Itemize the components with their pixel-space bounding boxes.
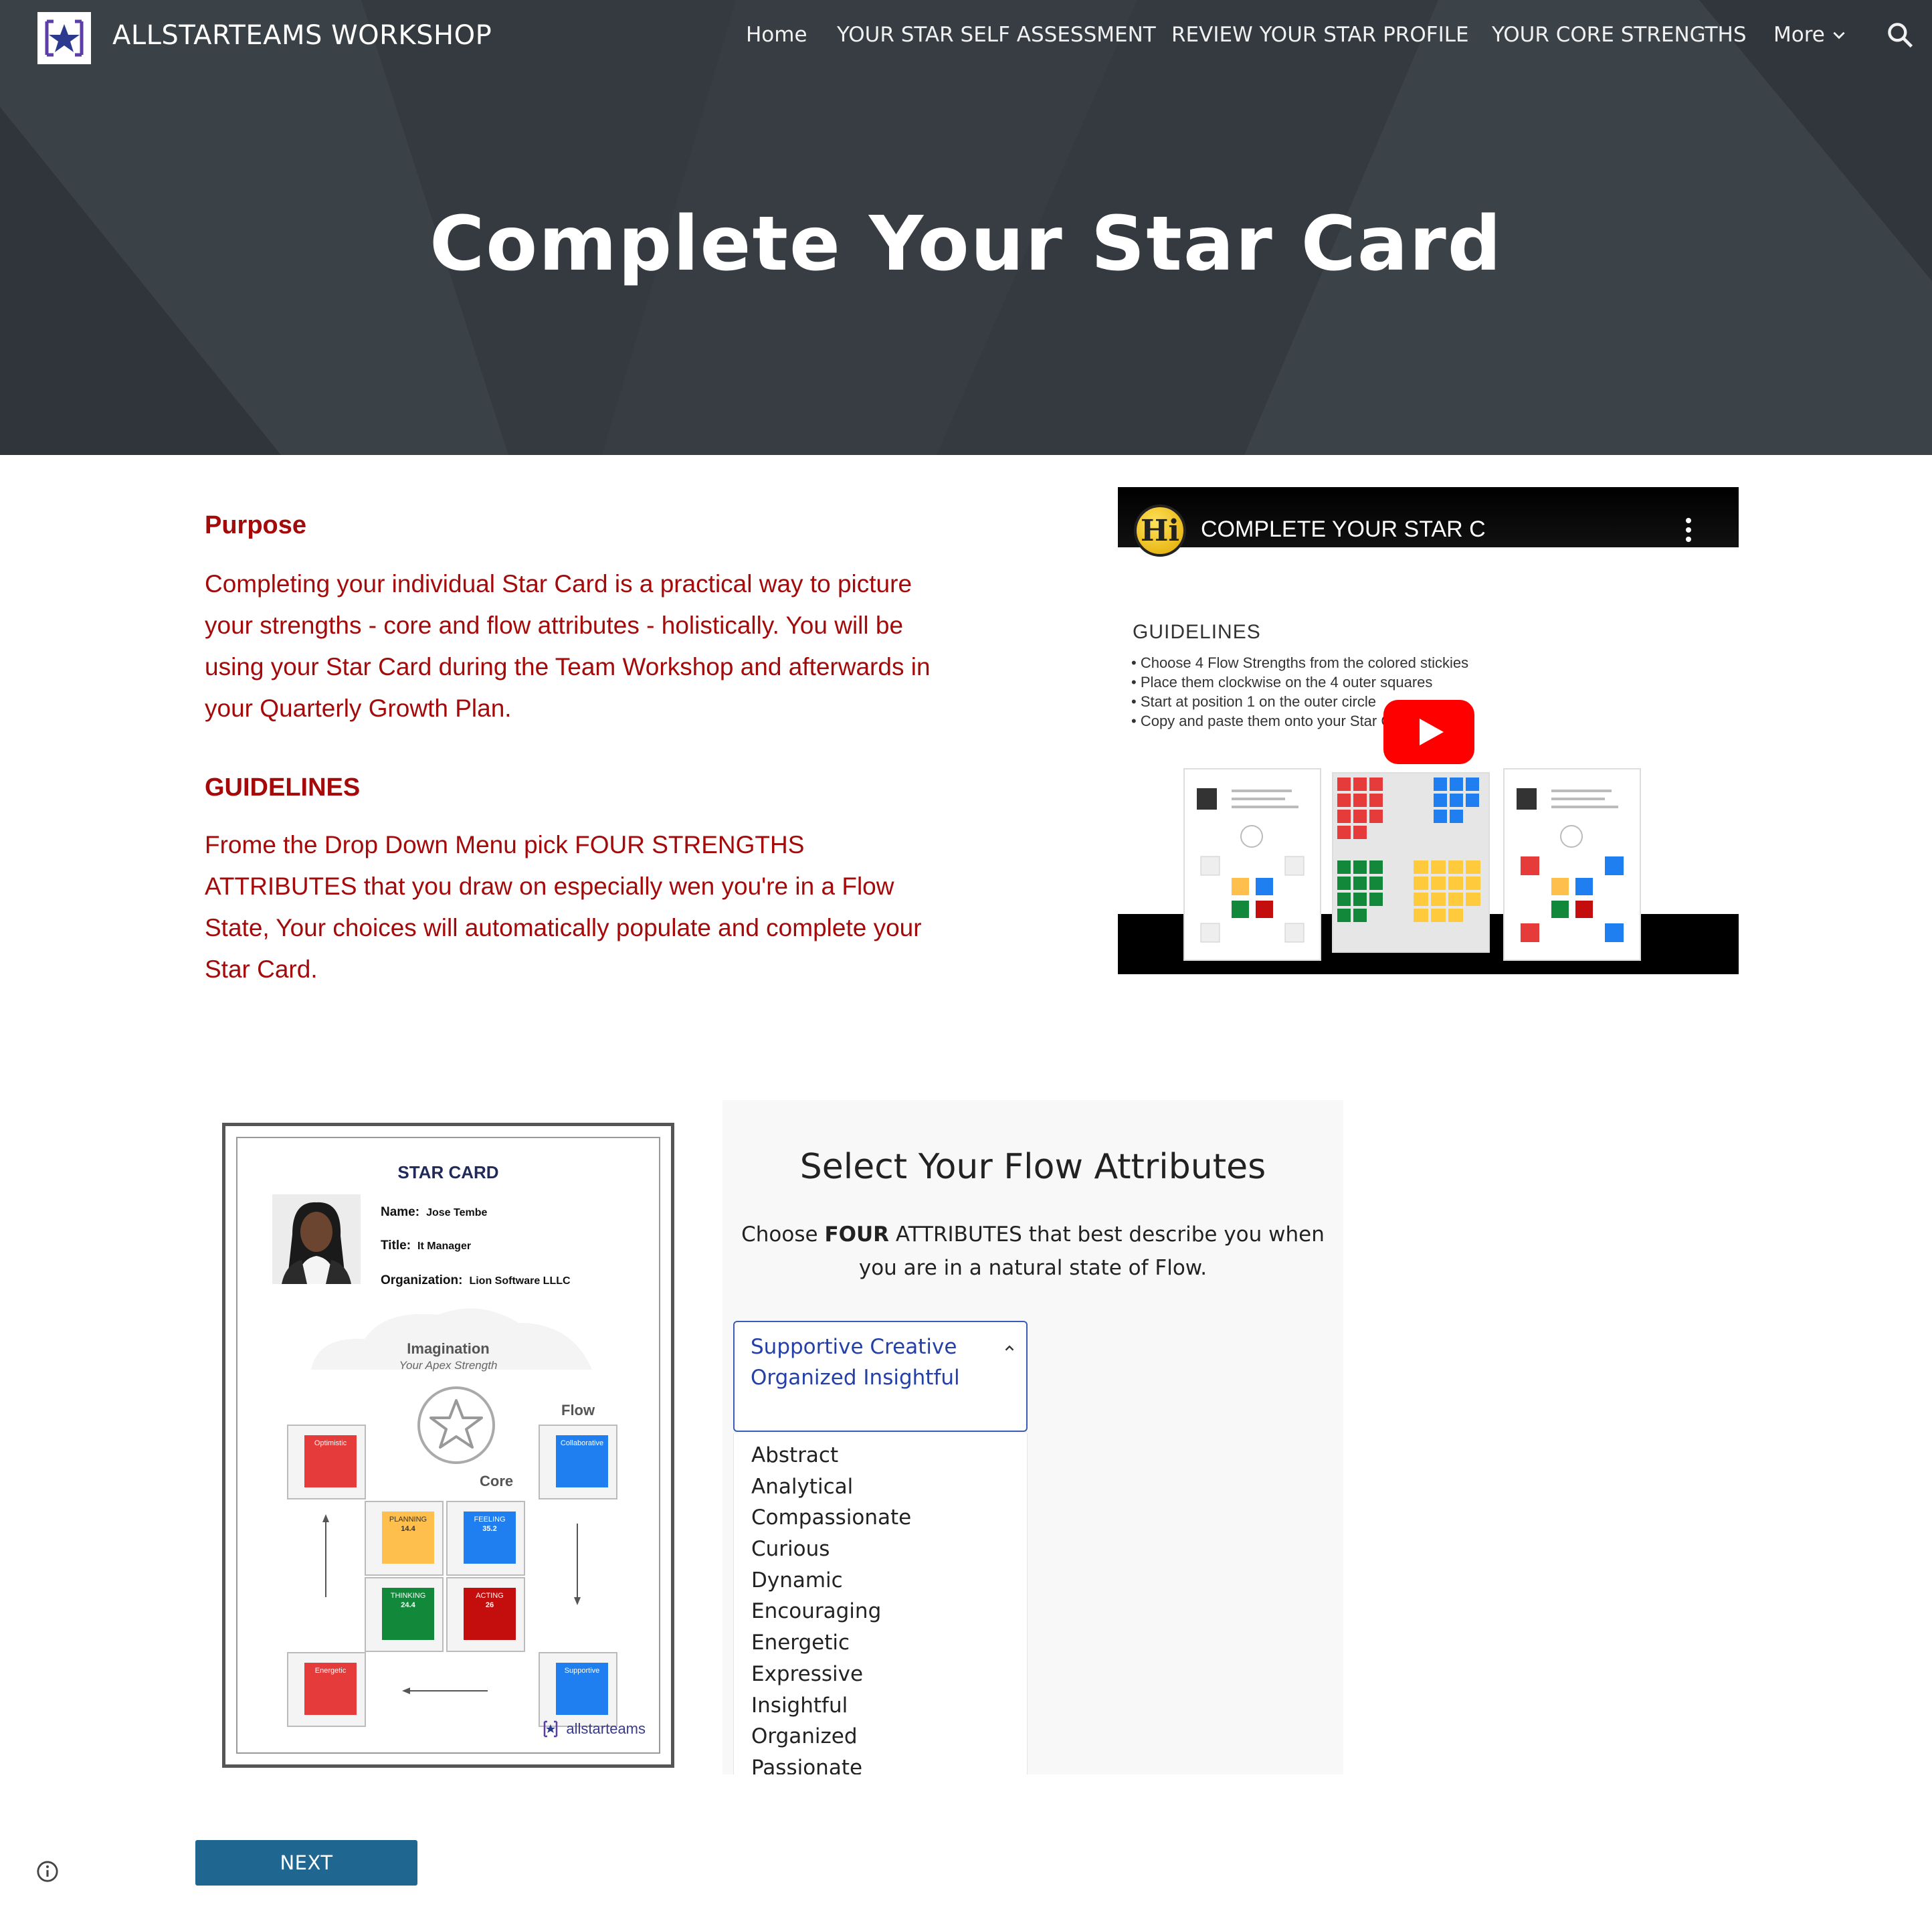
purpose-heading: Purpose (205, 511, 307, 539)
next-button[interactable]: NEXT (195, 1840, 417, 1886)
star-card-image: STAR CARD Name: Jose Tembe Title: It Manag… (222, 1123, 674, 1768)
flow-arrows (322, 1514, 581, 1694)
page-title: Complete Your Star Card (429, 201, 1503, 288)
more-options-icon[interactable] (1684, 517, 1693, 543)
video-bullet: • Choose 4 Flow Strengths from the color… (1131, 654, 1469, 671)
nav-review-star-profile[interactable]: REVIEW YOUR STAR PROFILE (1171, 23, 1469, 47)
video-thumb-star-card (1183, 768, 1321, 961)
channel-avatar[interactable]: Hi (1134, 505, 1186, 557)
panel-title: Select Your Flow Attributes (799, 1147, 1266, 1187)
option-expressive[interactable]: Expressive (734, 1659, 1027, 1690)
option-curious[interactable]: Curious (734, 1534, 1027, 1565)
allstarteams-brand: allstarteams (541, 1719, 646, 1739)
search-icon[interactable] (1885, 20, 1915, 50)
desc-pre: Choose (741, 1222, 825, 1247)
option-insightful[interactable]: Insightful (734, 1690, 1027, 1722)
nav-home[interactable]: Home (746, 23, 807, 47)
sticky-notes-graphic (1337, 778, 1480, 922)
flow-attributes-select[interactable]: Supportive Creative Organized Insightful (733, 1321, 1028, 1432)
video-bullet: • Place them clockwise on the 4 outer sq… (1131, 674, 1433, 691)
nav-core-strengths[interactable]: YOUR CORE STRENGTHS (1492, 23, 1747, 47)
mini-completed-card-graphic (1517, 788, 1624, 942)
hero-banner: ALLSTARTEAMS WORKSHOP Home YOUR STAR SEL… (0, 0, 1932, 455)
info-icon[interactable] (36, 1860, 59, 1883)
option-dynamic[interactable]: Dynamic (734, 1565, 1027, 1596)
purpose-text: Completing your individual Star Card is … (205, 570, 931, 722)
option-abstract[interactable]: Abstract (734, 1440, 1027, 1471)
star-card-border: STAR CARD Name: Jose Tembe Title: It Manag… (236, 1137, 660, 1754)
nav-star-self-assessment[interactable]: YOUR STAR SELF ASSESSMENT (837, 23, 1156, 47)
option-analytical[interactable]: Analytical (734, 1471, 1027, 1503)
nav-more-label: More (1773, 23, 1825, 47)
nav-more[interactable]: More (1773, 23, 1848, 47)
selected-attributes: Supportive Creative Organized Insightful (751, 1335, 960, 1390)
option-organized[interactable]: Organized (734, 1721, 1027, 1752)
video-title[interactable]: COMPLETE YOUR STAR C (1201, 517, 1486, 543)
option-passionate[interactable]: Passionate (734, 1752, 1027, 1774)
chevron-down-icon (1833, 31, 1845, 39)
option-compassionate[interactable]: Compassionate (734, 1502, 1027, 1534)
video-thumb-completed-card (1503, 768, 1641, 961)
star-logo-icon (45, 19, 84, 57)
video-player[interactable]: GUIDELINES • Choose 4 Flow Strengths fro… (1118, 487, 1739, 974)
chevron-up-icon[interactable] (1002, 1341, 1017, 1356)
option-energetic[interactable]: Energetic (734, 1627, 1027, 1659)
option-encouraging[interactable]: Encouraging (734, 1596, 1027, 1627)
brand-text: allstarteams (566, 1720, 646, 1737)
play-button-icon[interactable] (1383, 700, 1474, 764)
panel-description: Choose FOUR ATTRIBUTES that best describ… (736, 1218, 1330, 1285)
desc-post: ATTRIBUTES that best describe you when y… (858, 1222, 1325, 1280)
star-logo-icon (544, 1720, 558, 1738)
desc-bold: FOUR (824, 1222, 890, 1247)
video-thumb-stickies (1332, 772, 1490, 953)
mini-star-card-graphic (1197, 788, 1305, 943)
site-logo[interactable] (37, 12, 91, 64)
guidelines-text: Frome the Drop Down Menu pick FOUR STREN… (205, 831, 922, 983)
guidelines-heading: GUIDELINES (205, 773, 361, 802)
site-title[interactable]: ALLSTARTEAMS WORKSHOP (112, 20, 492, 51)
flow-attributes-panel: Select Your Flow Attributes Choose FOUR … (722, 1100, 1343, 1774)
attribute-options-list[interactable]: Abstract Analytical Compassionate Curiou… (733, 1433, 1028, 1774)
video-guidelines-heading: GUIDELINES (1133, 621, 1261, 643)
